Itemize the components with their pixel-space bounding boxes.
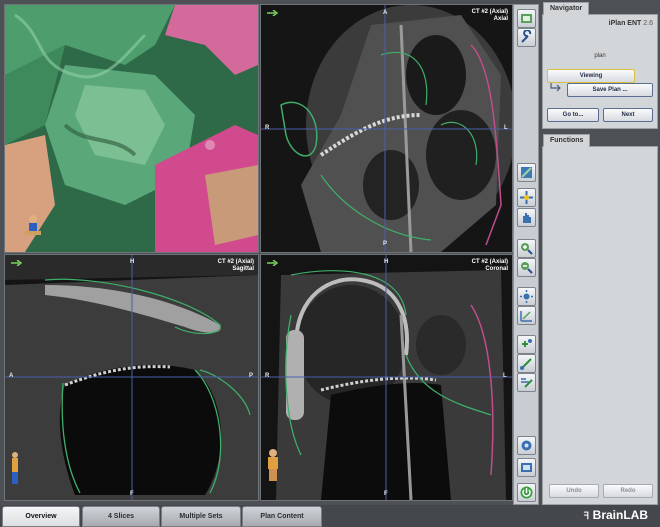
sagittal-series-label: CT #2 (Axial) [217,259,254,265]
logo-text: BrainLAB [592,508,648,522]
sync-arrow-icon [267,10,279,16]
coronal-orient-right: L [503,373,507,379]
product-name: iPlan ENT 2.6 [609,20,653,27]
orientation-figure-icon [12,452,18,484]
tab-multiple-sets[interactable]: Multiple Sets [161,506,241,527]
viewing-button[interactable]: Viewing [547,69,635,83]
sagittal-orient-left: A [9,373,14,379]
workflow-arrow-icon [550,83,561,92]
settings-wrench-icon[interactable] [517,28,536,47]
axial-orient-bottom: P [383,241,388,247]
tab-4-slices[interactable]: 4 Slices [82,506,160,527]
logo-mark-icon: ꟻ [583,511,590,522]
orientation-figure-icon [268,449,278,481]
brainlab-logo: ꟻ BrainLAB [584,508,648,522]
pan-icon[interactable] [517,188,536,207]
coronal-plane-label: Coronal [485,266,508,272]
tool-bar [513,4,539,505]
axial-series-label: CT #2 (Axial) [471,9,508,15]
view-axial[interactable]: CT #2 (Axial) Axial A P R L [260,4,513,253]
coronal-series-label: CT #2 (Axial) [471,259,508,265]
move-point-icon[interactable] [517,373,536,392]
view-coronal[interactable]: CT #2 (Axial) Coronal H F R L [260,254,513,501]
zoom-in-icon[interactable] [517,239,536,258]
navigator-tab[interactable]: Navigator [543,2,590,15]
sync-arrow-icon [267,260,279,266]
coronal-orient-left: R [265,373,270,379]
functions-panel: Functions Undo Redo [542,134,658,505]
view-3d[interactable] [4,4,259,253]
film-icon[interactable] [517,458,536,477]
sagittal-orient-bottom: F [130,491,134,497]
tab-plan-content[interactable]: Plan Content [242,506,322,527]
axial-orient-right: L [504,125,508,131]
view-sagittal[interactable]: CT #2 (Axial) Sagittal H F A P [4,254,259,501]
sync-arrow-icon [11,260,23,266]
power-icon[interactable] [517,483,536,502]
goto-button[interactable]: Go to... [547,108,599,122]
hand-icon[interactable] [517,208,536,227]
tab-overview[interactable]: Overview [2,506,80,527]
add-trajectory-icon[interactable] [517,354,536,373]
next-button[interactable]: Next [603,108,653,122]
redo-button[interactable]: Redo [603,484,653,498]
axial-ct-image [261,5,512,252]
sagittal-orient-top: H [130,259,135,265]
workflow-step-label: plan [594,53,606,59]
sagittal-ct-image [5,255,258,500]
coronal-orient-bottom: F [384,491,388,497]
zoom-out-icon[interactable] [517,258,536,277]
add-point-icon[interactable] [517,335,536,354]
navigator-panel: Navigator iPlan ENT 2.6 plan Viewing Sav… [542,2,658,129]
undo-button[interactable]: Undo [549,484,599,498]
axial-orient-top: A [383,10,388,16]
coronal-orient-top: H [384,259,389,265]
slice-edit-icon[interactable] [517,163,536,182]
product-version: 2.6 [643,20,653,27]
save-plan-button[interactable]: Save Plan ... [567,83,653,97]
product-label: iPlan ENT [608,20,642,27]
axial-orient-left: R [265,125,270,131]
screenshot-icon[interactable] [517,436,536,455]
sagittal-plane-label: Sagittal [232,266,254,272]
3d-render [5,5,258,252]
measure-icon[interactable] [517,306,536,325]
functions-tab[interactable]: Functions [543,134,591,147]
sagittal-orient-right: P [249,373,254,379]
brightness-icon[interactable] [517,287,536,306]
axial-plane-label: Axial [493,16,508,22]
layout-icon[interactable] [517,9,536,28]
coronal-ct-image [261,255,512,500]
bottom-tab-bar: Overview 4 Slices Multiple Sets Plan Con… [0,505,660,527]
